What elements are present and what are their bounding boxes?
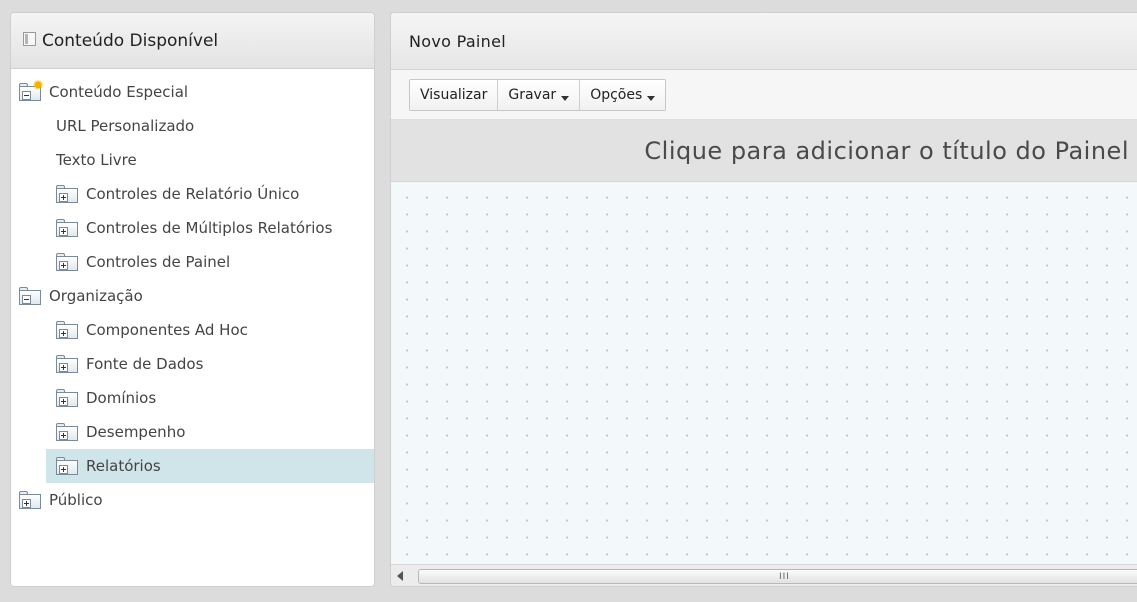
folder-plus-icon[interactable] — [56, 423, 78, 441]
folder-plus-icon[interactable] — [56, 185, 78, 203]
tree-item-custom-url[interactable]: URL Personalizado — [11, 109, 374, 143]
tree-item-label: Domínios — [86, 389, 157, 407]
tree-item-single-report-controls[interactable]: Controles de Relatório Único — [11, 177, 374, 211]
tree-item-label: Texto Livre — [56, 151, 137, 169]
save-menu-label: Gravar — [508, 86, 557, 103]
folder-plus-icon[interactable] — [56, 253, 78, 271]
tree-item-label: Desempenho — [86, 423, 186, 441]
options-menu-button[interactable]: Opções — [580, 79, 666, 110]
chevron-down-icon — [647, 96, 656, 101]
available-content-header: Conteúdo Disponível — [11, 13, 374, 69]
content-tree: ✹ Conteúdo Especial URL Personalizado Te… — [11, 69, 374, 517]
chevron-down-icon — [561, 96, 570, 101]
tree-item-organization[interactable]: Organização — [11, 279, 374, 313]
tree-item-adhoc-components[interactable]: Componentes Ad Hoc — [11, 313, 374, 347]
folder-plus-icon[interactable] — [56, 321, 78, 339]
special-folder-icon[interactable]: ✹ — [19, 79, 44, 101]
tree-item-special-content[interactable]: ✹ Conteúdo Especial — [11, 75, 374, 109]
tree-item-label: Relatórios — [86, 457, 161, 475]
preview-button-label: Visualizar — [420, 86, 488, 103]
folder-plus-icon[interactable] — [56, 219, 78, 237]
tree-item-label: URL Personalizado — [56, 117, 195, 135]
folder-minus-icon[interactable] — [19, 287, 41, 305]
folder-plus-icon[interactable] — [56, 457, 78, 475]
dashboard-canvas[interactable] — [391, 183, 1137, 563]
horizontal-scrollbar[interactable]: III — [391, 564, 1137, 586]
tree-item-label: Controles de Relatório Único — [86, 185, 300, 203]
tree-item-data-sources[interactable]: Fonte de Dados — [11, 347, 374, 381]
tree-item-reports[interactable]: Relatórios — [46, 449, 374, 483]
preview-button[interactable]: Visualizar — [410, 79, 499, 110]
save-menu-button[interactable]: Gravar — [498, 79, 581, 110]
tree-item-free-text[interactable]: Texto Livre — [11, 143, 374, 177]
options-menu-label: Opções — [590, 86, 643, 103]
dashboard-title-placeholder[interactable]: Clique para adicionar o título do Painel — [391, 120, 1137, 182]
folder-plus-icon[interactable] — [56, 355, 78, 373]
tree-item-label: Público — [49, 491, 103, 509]
tree-item-label: Controles de Múltiplos Relatórios — [86, 219, 333, 237]
tree-item-label: Organização — [49, 287, 143, 305]
dashboard-toolbar: Visualizar Gravar Opções — [391, 70, 1137, 120]
tree-item-label: Controles de Painel — [86, 253, 231, 271]
dashboard-name: Novo Painel — [409, 31, 507, 51]
dashboard-title-text: Clique para adicionar o título do Painel — [644, 136, 1129, 165]
tree-item-multi-report-controls[interactable]: Controles de Múltiplos Relatórios — [11, 211, 374, 245]
tree-item-label: Componentes Ad Hoc — [86, 321, 248, 339]
scrollbar-thumb[interactable]: III — [418, 569, 1137, 584]
tree-item-domains[interactable]: Domínios — [11, 381, 374, 415]
toolbar-button-group: Visualizar Gravar Opções — [409, 78, 667, 111]
tree-item-dashboard-controls[interactable]: Controles de Painel — [11, 245, 374, 279]
scroll-left-arrow-icon[interactable] — [397, 571, 403, 581]
tree-item-public[interactable]: Público — [11, 483, 374, 517]
dashboard-header: Novo Painel — [391, 13, 1137, 70]
tree-item-label: Conteúdo Especial — [49, 83, 189, 101]
available-content-title: Conteúdo Disponível — [42, 30, 219, 51]
available-content-panel: Conteúdo Disponível ✹ Conteúdo Especial … — [10, 12, 375, 587]
tree-item-label: Fonte de Dados — [86, 355, 204, 373]
dashboard-designer-panel: Novo Painel Visualizar Gravar Opções Cli… — [390, 12, 1137, 587]
tree-item-performance[interactable]: Desempenho — [11, 415, 374, 449]
folder-plus-icon[interactable] — [56, 389, 78, 407]
panel-toggle-icon[interactable] — [23, 31, 36, 46]
scrollbar-grip-icon: III — [779, 572, 790, 582]
folder-plus-icon[interactable] — [19, 491, 41, 509]
